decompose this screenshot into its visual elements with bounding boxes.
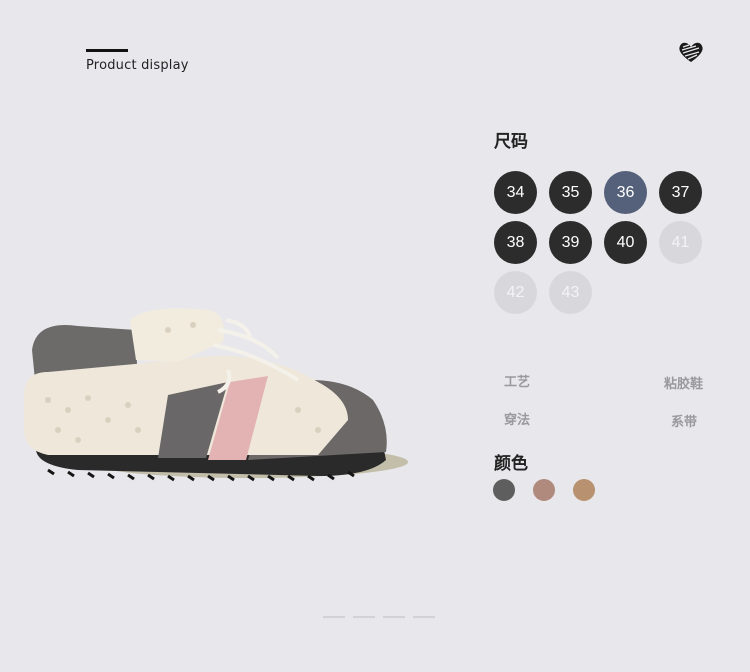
size-option-39[interactable]: 39: [549, 221, 592, 264]
size-label: 尺码: [494, 132, 528, 152]
header-rule: [86, 49, 128, 52]
pagination-dot[interactable]: [383, 616, 405, 618]
size-option-35[interactable]: 35: [549, 171, 592, 214]
size-option-36[interactable]: 36: [604, 171, 647, 214]
spec-name-wear: 穿法: [504, 413, 531, 428]
spec-value-craft: 粘胶鞋: [664, 377, 704, 392]
size-option-34[interactable]: 34: [494, 171, 537, 214]
size-option-38[interactable]: 38: [494, 221, 537, 264]
color-swatch-grey[interactable]: [493, 479, 515, 501]
size-option-37[interactable]: 37: [659, 171, 702, 214]
pagination-dot[interactable]: [323, 616, 345, 618]
page-title: Product display: [86, 58, 189, 73]
spec-name-craft: 工艺: [504, 375, 531, 390]
color-label: 颜色: [494, 454, 528, 474]
size-option-41[interactable]: 41: [659, 221, 702, 264]
size-option-42[interactable]: 42: [494, 271, 537, 314]
pagination-dot[interactable]: [353, 616, 375, 618]
pagination-dot[interactable]: [413, 616, 435, 618]
sherpa-sneaker-image: [23, 308, 408, 482]
spec-value-wear: 系带: [671, 415, 698, 430]
size-option-40[interactable]: 40: [604, 221, 647, 264]
color-swatch-tan[interactable]: [573, 479, 595, 501]
scribble-heart-icon[interactable]: [677, 40, 705, 64]
color-swatch-rose[interactable]: [533, 479, 555, 501]
size-option-43[interactable]: 43: [549, 271, 592, 314]
